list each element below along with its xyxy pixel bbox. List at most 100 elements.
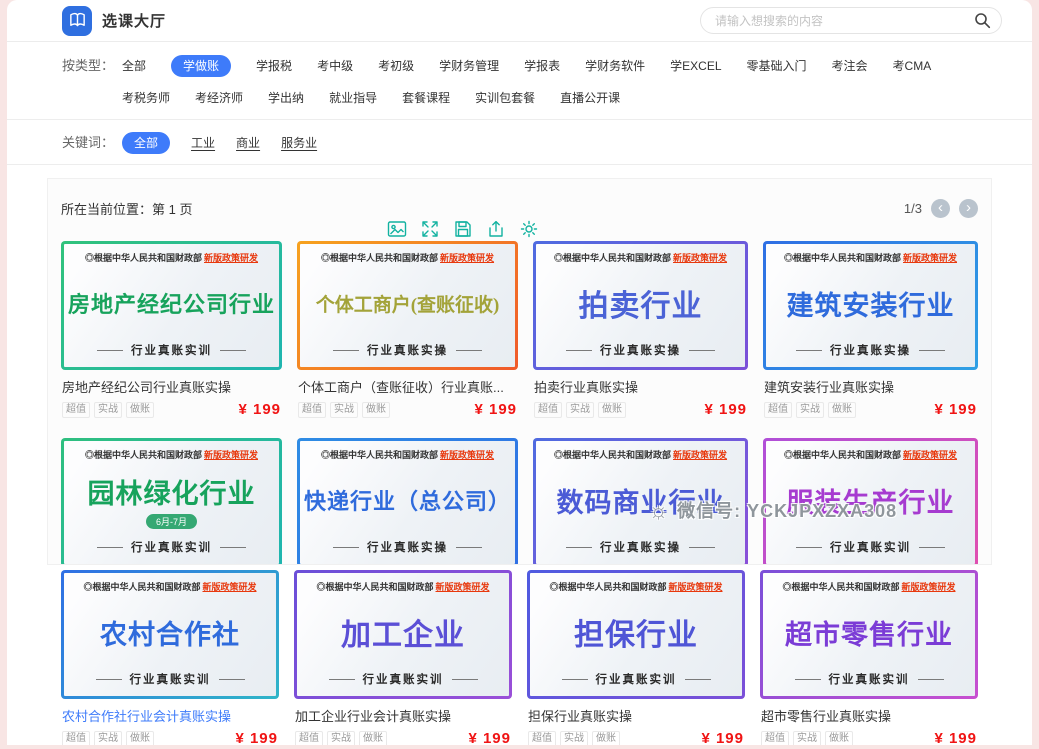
course-card-subtitle: 行业真账实训 xyxy=(796,539,945,555)
course-card[interactable]: ◎根据中华人民共和国财政部新版政策研发 园林绿化行业 6月-7月 行业真账实训 xyxy=(61,438,282,565)
export-icon[interactable] xyxy=(486,219,506,239)
filter-option[interactable]: 考注会 xyxy=(832,55,868,77)
course-card[interactable]: ◎根据中华人民共和国财政部新版政策研发 数码商业行业 行业真账实操 xyxy=(533,438,748,565)
course-card-cover[interactable]: ◎根据中华人民共和国财政部新版政策研发 服装生产行业 行业真账实训 xyxy=(763,438,978,565)
search-icon[interactable] xyxy=(974,12,991,29)
prev-page-button[interactable]: ‹ xyxy=(931,199,950,218)
course-card-caption[interactable]: 拍卖行业真账实操 xyxy=(534,377,747,396)
filter-option[interactable]: 实训包套餐 xyxy=(475,87,535,109)
course-card-note: ◎根据中华人民共和国财政部新版政策研发 xyxy=(321,448,494,461)
course-card-caption[interactable]: 担保行业真账实操 xyxy=(528,706,744,725)
filter-option[interactable]: 零基础入门 xyxy=(747,55,807,77)
filter-option[interactable]: 工业 xyxy=(191,132,215,154)
next-page-button[interactable]: › xyxy=(959,199,978,218)
fullscreen-icon[interactable] xyxy=(420,219,440,239)
bottom-cards-grid: ◎根据中华人民共和国财政部新版政策研发 农村合作社 行业真账实训 农村合作社行业… xyxy=(61,570,978,745)
pagination: 1/3 ‹ › xyxy=(904,199,978,218)
bottom-cards-section: ◎根据中华人民共和国财政部新版政策研发 农村合作社 行业真账实训 农村合作社行业… xyxy=(47,570,992,745)
filter-option[interactable]: 考经济师 xyxy=(195,87,243,109)
course-card-note: ◎根据中华人民共和国财政部新版政策研发 xyxy=(316,580,489,593)
course-card-note: ◎根据中华人民共和国财政部新版政策研发 xyxy=(85,251,258,264)
course-tag: 超值 xyxy=(62,402,90,418)
course-card-cover[interactable]: ◎根据中华人民共和国财政部新版政策研发 担保行业 行业真账实训 xyxy=(527,570,745,699)
course-card-tags: 超值实战做账 xyxy=(62,402,154,418)
course-card[interactable]: ◎根据中华人民共和国财政部新版政策研发 服装生产行业 行业真账实训 xyxy=(763,438,978,565)
course-tag: 做账 xyxy=(362,402,390,418)
filter-option[interactable]: 商业 xyxy=(236,132,260,154)
filter-option[interactable]: 直播公开课 xyxy=(560,87,620,109)
course-card-title: 服装生产行业 xyxy=(787,481,955,520)
image-icon[interactable] xyxy=(387,219,407,239)
course-tag: 实战 xyxy=(330,402,358,418)
course-card-subtitle: 行业真账实训 xyxy=(329,671,478,687)
course-card-cover[interactable]: ◎根据中华人民共和国财政部新版政策研发 房地产经纪公司行业 行业真账实训 xyxy=(61,241,282,370)
main-content: 选课大厅 按类型： 全部 学做账 学报税 考中级 考初级 学财务管理 学报表 学财务软件 学EX… xyxy=(7,0,1032,745)
course-card-caption[interactable]: 建筑安装行业真账实操 xyxy=(764,377,977,396)
type-filter-label: 按类型： xyxy=(62,55,114,77)
panel-cards-grid: ◎根据中华人民共和国财政部新版政策研发 房地产经纪公司行业 行业真账实训 房地产… xyxy=(61,241,978,565)
course-card-caption[interactable]: 房地产经纪公司行业真账实操 xyxy=(62,377,281,396)
course-card-caption[interactable]: 加工企业行业会计真账实操 xyxy=(295,706,511,725)
course-card-cover[interactable]: ◎根据中华人民共和国财政部新版政策研发 建筑安装行业 行业真账实操 xyxy=(763,241,978,370)
search-input[interactable] xyxy=(715,14,974,28)
filter-option[interactable]: 学财务软件 xyxy=(585,55,645,77)
course-card-cover[interactable]: ◎根据中华人民共和国财政部新版政策研发 超市零售行业 行业真账实训 xyxy=(760,570,978,699)
course-card-subtitle: 行业真账实操 xyxy=(566,342,715,358)
course-card-note: ◎根据中华人民共和国财政部新版政策研发 xyxy=(321,251,494,264)
course-card[interactable]: ◎根据中华人民共和国财政部新版政策研发 建筑安装行业 行业真账实操 建筑安装行业… xyxy=(763,241,978,418)
course-card-title: 超市零售行业 xyxy=(785,613,953,652)
type-filter-section: 按类型： 全部 学做账 学报税 考中级 考初级 学财务管理 学报表 学财务软件 学EXCEL 零基… xyxy=(7,42,1032,120)
course-tag: 实战 xyxy=(796,402,824,418)
course-card[interactable]: ◎根据中华人民共和国财政部新版政策研发 快递行业（总公司） 行业真账实操 xyxy=(297,438,518,565)
save-icon[interactable] xyxy=(453,219,473,239)
filter-option[interactable]: 学财务管理 xyxy=(439,55,499,77)
settings-icon[interactable] xyxy=(519,219,539,239)
course-card[interactable]: ◎根据中华人民共和国财政部新版政策研发 加工企业 行业真账实训 加工企业行业会计… xyxy=(294,570,512,745)
course-card-caption[interactable]: 农村合作社行业会计真账实操 xyxy=(62,706,278,725)
filter-option[interactable]: 学EXCEL xyxy=(670,55,721,77)
course-card[interactable]: ◎根据中华人民共和国财政部新版政策研发 拍卖行业 行业真账实操 拍卖行业真账实操… xyxy=(533,241,748,418)
course-card-price: ¥ 199 xyxy=(474,401,517,418)
course-card-note: ◎根据中华人民共和国财政部新版政策研发 xyxy=(554,448,727,461)
course-tag: 实战 xyxy=(94,731,122,746)
filter-option[interactable]: 学出纳 xyxy=(268,87,304,109)
filter-option[interactable]: 学报表 xyxy=(524,55,560,77)
course-tag: 做账 xyxy=(359,731,387,746)
course-card[interactable]: ◎根据中华人民共和国财政部新版政策研发 个体工商户(查账征收) 行业真账实操 个… xyxy=(297,241,518,418)
course-card[interactable]: ◎根据中华人民共和国财政部新版政策研发 房地产经纪公司行业 行业真账实训 房地产… xyxy=(61,241,282,418)
course-card-caption[interactable]: 超市零售行业真账实操 xyxy=(761,706,977,725)
course-card[interactable]: ◎根据中华人民共和国财政部新版政策研发 担保行业 行业真账实训 担保行业真账实操… xyxy=(527,570,745,745)
course-tag: 超值 xyxy=(764,402,792,418)
filter-option[interactable]: 考CMA xyxy=(893,55,932,77)
filter-option[interactable]: 套餐课程 xyxy=(402,87,450,109)
filter-option[interactable]: 学报税 xyxy=(256,55,292,77)
filter-option[interactable]: 服务业 xyxy=(281,132,317,154)
search-box[interactable] xyxy=(700,7,1002,34)
filter-option[interactable]: 考初级 xyxy=(378,55,414,77)
course-card-cover[interactable]: ◎根据中华人民共和国财政部新版政策研发 加工企业 行业真账实训 xyxy=(294,570,512,699)
course-tag: 实战 xyxy=(566,402,594,418)
course-card-cover[interactable]: ◎根据中华人民共和国财政部新版政策研发 数码商业行业 行业真账实操 xyxy=(533,438,748,565)
course-card-cover[interactable]: ◎根据中华人民共和国财政部新版政策研发 快递行业（总公司） 行业真账实操 xyxy=(297,438,518,565)
course-card-cover[interactable]: ◎根据中华人民共和国财政部新版政策研发 园林绿化行业 6月-7月 行业真账实训 xyxy=(61,438,282,565)
course-card-cover[interactable]: ◎根据中华人民共和国财政部新版政策研发 农村合作社 行业真账实训 xyxy=(61,570,279,699)
course-card-cover[interactable]: ◎根据中华人民共和国财政部新版政策研发 个体工商户(查账征收) 行业真账实操 xyxy=(297,241,518,370)
course-card-title: 数码商业行业 xyxy=(557,481,725,520)
header: 选课大厅 xyxy=(7,0,1032,42)
filter-option[interactable]: 考中级 xyxy=(317,55,353,77)
course-card-note: ◎根据中华人民共和国财政部新版政策研发 xyxy=(83,580,256,593)
filter-option[interactable]: 全部 xyxy=(122,55,146,77)
filter-option[interactable]: 全部 xyxy=(122,132,170,154)
course-card[interactable]: ◎根据中华人民共和国财政部新版政策研发 超市零售行业 行业真账实训 超市零售行业… xyxy=(760,570,978,745)
course-tag: 做账 xyxy=(828,402,856,418)
filter-option[interactable]: 学做账 xyxy=(171,55,231,77)
course-card[interactable]: ◎根据中华人民共和国财政部新版政策研发 农村合作社 行业真账实训 农村合作社行业… xyxy=(61,570,279,745)
filter-option[interactable]: 考税务师 xyxy=(122,87,170,109)
course-card-caption[interactable]: 个体工商户（查账征收）行业真账... xyxy=(298,377,517,396)
course-card-title: 个体工商户(查账征收) xyxy=(316,290,500,317)
course-card-subtitle: 行业真账实操 xyxy=(333,342,482,358)
viewer-toolbar xyxy=(387,219,539,239)
course-card-cover[interactable]: ◎根据中华人民共和国财政部新版政策研发 拍卖行业 行业真账实操 xyxy=(533,241,748,370)
course-card-tags: 超值实战做账 xyxy=(528,731,620,746)
filter-option[interactable]: 就业指导 xyxy=(329,87,377,109)
